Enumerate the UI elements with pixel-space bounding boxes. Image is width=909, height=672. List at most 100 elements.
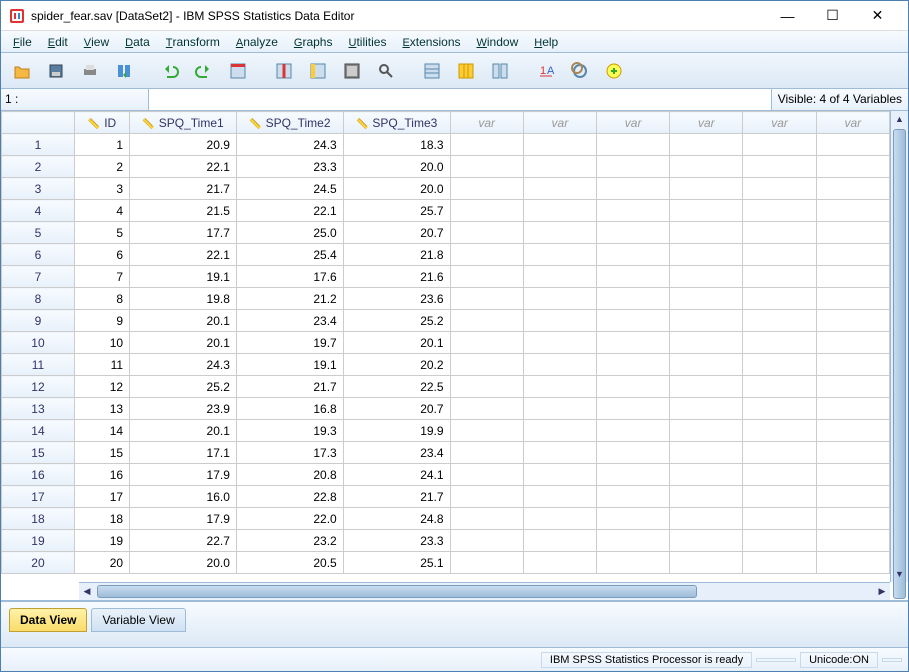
empty-cell[interactable] [670,156,743,178]
scroll-right-icon[interactable]: ▶ [874,583,890,600]
cell[interactable]: 17.1 [130,442,237,464]
cell[interactable]: 21.7 [130,178,237,200]
use-sets-button[interactable] [599,56,629,86]
empty-cell[interactable] [816,244,889,266]
empty-cell[interactable] [450,420,523,442]
cell[interactable]: 22.0 [236,508,343,530]
empty-cell[interactable] [450,508,523,530]
empty-cell[interactable] [670,200,743,222]
empty-cell[interactable] [670,376,743,398]
empty-cell[interactable] [597,200,670,222]
empty-cell[interactable] [743,222,816,244]
cell[interactable]: 6 [74,244,129,266]
cell[interactable]: 19.1 [130,266,237,288]
cell[interactable]: 25.2 [130,376,237,398]
cell[interactable]: 23.4 [343,442,450,464]
row-header[interactable]: 8 [2,288,75,310]
menu-view[interactable]: View [76,33,117,51]
menu-utilities[interactable]: Utilities [340,33,394,51]
empty-cell[interactable] [597,376,670,398]
menu-edit[interactable]: Edit [40,33,76,51]
row-header[interactable]: 7 [2,266,75,288]
empty-cell[interactable] [670,354,743,376]
empty-cell[interactable] [597,134,670,156]
empty-cell[interactable] [523,398,596,420]
menu-file[interactable]: File [5,33,40,51]
empty-cell[interactable] [670,508,743,530]
cell[interactable]: 17.3 [236,442,343,464]
cell[interactable]: 5 [74,222,129,244]
cell[interactable]: 14 [74,420,129,442]
cell[interactable]: 23.9 [130,398,237,420]
empty-cell[interactable] [523,486,596,508]
empty-cell[interactable] [597,156,670,178]
cell[interactable]: 25.1 [343,552,450,574]
cell[interactable]: 23.2 [236,530,343,552]
cell[interactable]: 20.7 [343,398,450,420]
cell[interactable]: 20.1 [130,332,237,354]
empty-cell[interactable] [597,552,670,574]
row-header[interactable]: 14 [2,420,75,442]
cell[interactable]: 12 [74,376,129,398]
cell[interactable]: 16.8 [236,398,343,420]
cell[interactable]: 20.1 [130,420,237,442]
empty-cell[interactable] [816,288,889,310]
horizontal-scrollbar[interactable]: ◀ ▶ [79,582,890,600]
empty-cell[interactable] [450,552,523,574]
menu-help[interactable]: Help [526,33,566,51]
cell[interactable]: 16 [74,464,129,486]
scroll-up-icon[interactable]: ▲ [891,111,908,127]
cell[interactable]: 4 [74,200,129,222]
empty-cell[interactable] [450,486,523,508]
cell[interactable]: 20.8 [236,464,343,486]
cell[interactable]: 20.0 [343,178,450,200]
cell[interactable]: 18 [74,508,129,530]
empty-cell[interactable] [597,530,670,552]
empty-cell[interactable] [816,552,889,574]
empty-cell[interactable] [743,244,816,266]
scroll-left-icon[interactable]: ◀ [79,583,95,600]
empty-cell[interactable] [523,266,596,288]
cell[interactable]: 2 [74,156,129,178]
cell[interactable]: 24.1 [343,464,450,486]
empty-cell[interactable] [450,178,523,200]
empty-cell[interactable] [816,156,889,178]
empty-cell[interactable] [523,376,596,398]
scroll-down-icon[interactable]: ▼ [891,566,908,582]
column-header-SPQ_Time1[interactable]: 📏SPQ_Time1 [130,112,237,134]
cell[interactable]: 25.0 [236,222,343,244]
empty-cell[interactable] [670,288,743,310]
empty-cell[interactable] [743,310,816,332]
empty-cell[interactable] [670,464,743,486]
cell[interactable]: 1 [74,134,129,156]
cell[interactable]: 24.5 [236,178,343,200]
empty-cell[interactable] [743,552,816,574]
empty-cell[interactable] [670,442,743,464]
cell[interactable]: 22.1 [130,156,237,178]
cell[interactable]: 20.1 [343,332,450,354]
cell[interactable]: 13 [74,398,129,420]
empty-cell[interactable] [450,530,523,552]
menu-graphs[interactable]: Graphs [286,33,341,51]
empty-cell[interactable] [523,464,596,486]
empty-cell[interactable] [743,530,816,552]
empty-cell[interactable] [816,200,889,222]
cell[interactable]: 17.7 [130,222,237,244]
row-header[interactable]: 1 [2,134,75,156]
empty-cell[interactable] [670,398,743,420]
row-header[interactable]: 4 [2,200,75,222]
empty-cell[interactable] [670,310,743,332]
row-header[interactable]: 15 [2,442,75,464]
empty-cell[interactable] [743,464,816,486]
cell[interactable]: 19.1 [236,354,343,376]
cell[interactable]: 3 [74,178,129,200]
empty-cell[interactable] [670,332,743,354]
redo-button[interactable] [189,56,219,86]
empty-cell[interactable] [597,288,670,310]
empty-cell[interactable] [450,310,523,332]
empty-cell[interactable] [670,222,743,244]
goto-case-button[interactable] [223,56,253,86]
empty-cell[interactable] [670,134,743,156]
empty-cell[interactable] [523,354,596,376]
empty-cell[interactable] [816,486,889,508]
